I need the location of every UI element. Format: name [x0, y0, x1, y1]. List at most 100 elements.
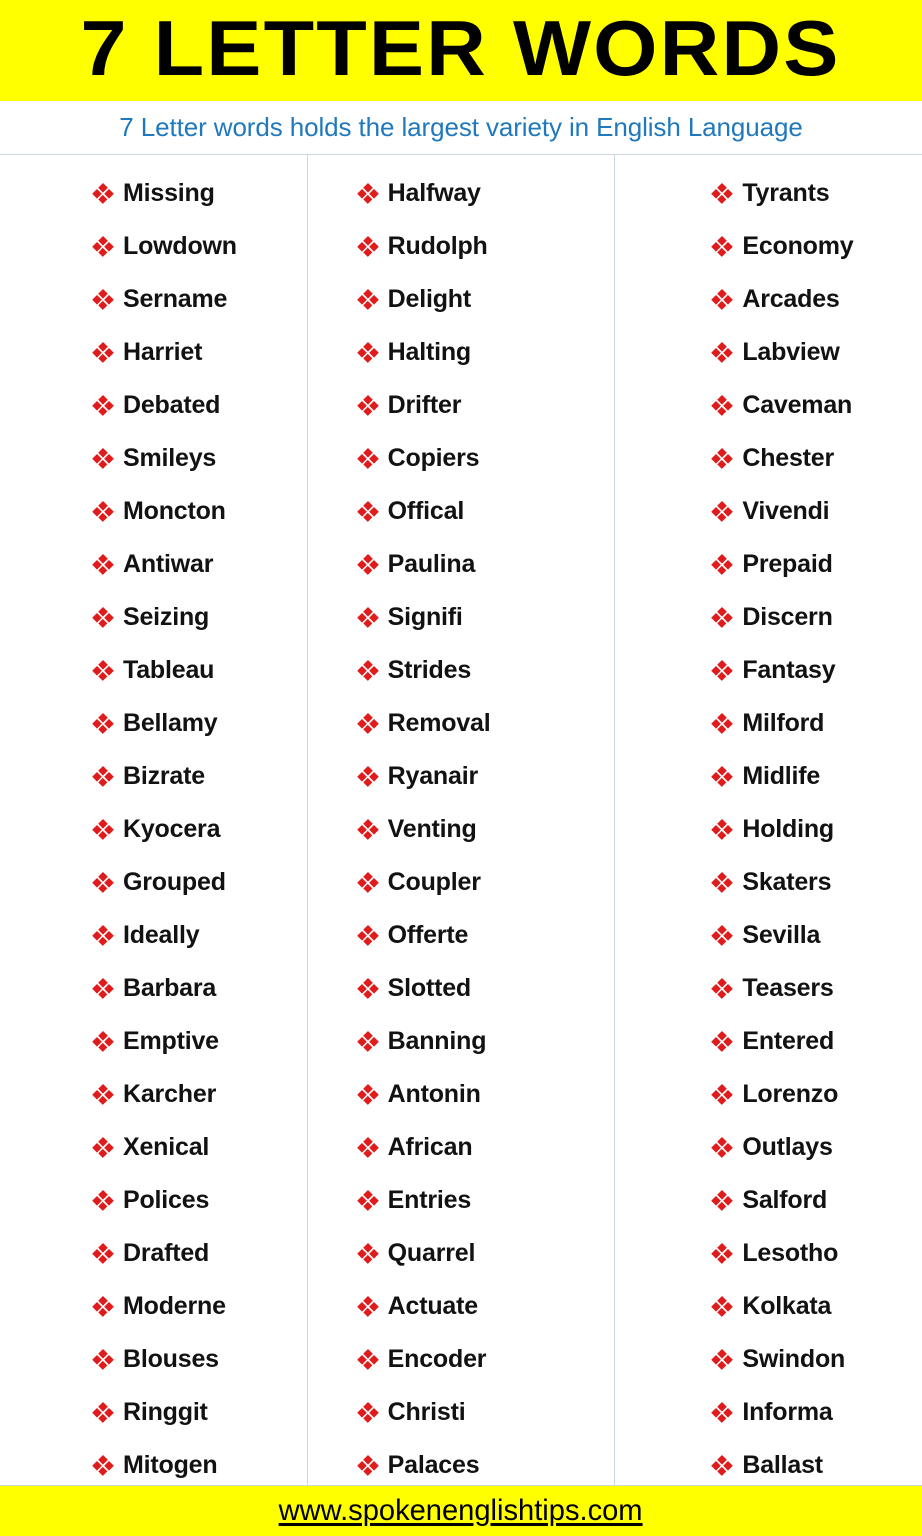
four-diamond-bullet-icon — [92, 553, 114, 576]
word-label: Lesotho — [742, 1239, 839, 1267]
four-diamond-bullet-icon — [92, 394, 114, 417]
word-label: Actuate — [387, 1292, 478, 1320]
word-label: Entered — [742, 1027, 835, 1055]
four-diamond-bullet-icon — [711, 394, 734, 417]
list-item: Halting — [356, 326, 615, 379]
subtitle-bar: 7 Letter words holds the largest variety… — [0, 101, 922, 154]
word-label: Prepaid — [742, 550, 833, 578]
word-label: Vivendi — [742, 497, 830, 525]
list-item: Entries — [356, 1174, 615, 1227]
four-diamond-bullet-icon — [92, 765, 114, 788]
four-diamond-bullet-icon — [356, 447, 379, 470]
four-diamond-bullet-icon — [711, 1030, 734, 1053]
four-diamond-bullet-icon — [711, 1348, 734, 1371]
list-item: Moncton — [92, 485, 307, 538]
word-label: Ideally — [123, 921, 200, 949]
page-subtitle: 7 Letter words holds the largest variety… — [119, 112, 803, 142]
list-item: Rudolph — [356, 220, 615, 273]
four-diamond-bullet-icon — [711, 1454, 734, 1477]
word-label: Economy — [742, 232, 854, 260]
word-label: Outlays — [742, 1133, 833, 1161]
word-label: Tyrants — [742, 179, 830, 207]
word-label: Antonin — [387, 1080, 481, 1108]
four-diamond-bullet-icon — [92, 1348, 114, 1371]
word-label: Missing — [123, 179, 215, 207]
word-label: Discern — [742, 603, 833, 631]
four-diamond-bullet-icon — [356, 1136, 379, 1159]
four-diamond-bullet-icon — [711, 1083, 734, 1106]
word-label: Offical — [387, 497, 465, 525]
list-item: Encoder — [356, 1333, 615, 1386]
list-item: Grouped — [92, 856, 307, 909]
word-label: Harriet — [123, 338, 203, 366]
list-item: Bellamy — [92, 697, 307, 750]
four-diamond-bullet-icon — [356, 924, 379, 947]
word-label: Venting — [387, 815, 477, 843]
four-diamond-bullet-icon — [92, 977, 114, 1000]
four-diamond-bullet-icon — [92, 1454, 114, 1477]
list-item: Venting — [356, 803, 615, 856]
list-item: Ballast — [711, 1439, 922, 1485]
list-item: Antiwar — [92, 538, 307, 591]
word-label: Karcher — [123, 1080, 217, 1108]
four-diamond-bullet-icon — [711, 288, 734, 311]
word-label: Salford — [742, 1186, 828, 1214]
four-diamond-bullet-icon — [356, 1189, 379, 1212]
list-item: Mitogen — [92, 1439, 307, 1485]
word-column-2-items: Halfway Rudolph Delight Halting Drifter Copie… — [308, 167, 615, 1485]
footer-banner: www.spokenenglishtips.com — [0, 1486, 922, 1536]
list-item: Drifter — [356, 379, 615, 432]
list-item: Chester — [711, 432, 922, 485]
word-label: Quarrel — [387, 1239, 476, 1267]
title-banner: 7 LETTER WORDS — [0, 0, 922, 101]
four-diamond-bullet-icon — [356, 1242, 379, 1265]
four-diamond-bullet-icon — [92, 1401, 114, 1424]
word-label: Antiwar — [123, 550, 214, 578]
list-item: Ringgit — [92, 1386, 307, 1439]
website-link[interactable]: www.spokenenglishtips.com — [279, 1494, 643, 1528]
four-diamond-bullet-icon — [356, 1401, 379, 1424]
list-item: Caveman — [711, 379, 922, 432]
four-diamond-bullet-icon — [356, 1454, 379, 1477]
word-column-1: Missing Lowdown Sername Harriet Debated Smile… — [0, 155, 307, 1485]
four-diamond-bullet-icon — [711, 182, 734, 205]
word-list-infographic: 7 LETTER WORDS 7 Letter words holds the … — [0, 0, 922, 1536]
word-label: Ryanair — [387, 762, 479, 790]
word-label: Paulina — [387, 550, 476, 578]
word-label: Ballast — [742, 1451, 823, 1479]
word-label: African — [387, 1133, 473, 1161]
four-diamond-bullet-icon — [711, 606, 734, 629]
word-label: Fantasy — [742, 656, 836, 684]
word-label: Midlife — [742, 762, 821, 790]
word-label: Halfway — [387, 179, 481, 207]
word-label: Caveman — [742, 391, 853, 419]
list-item: Halfway — [356, 167, 615, 220]
list-item: Informa — [711, 1386, 922, 1439]
word-label: Blouses — [123, 1345, 219, 1373]
list-item: Blouses — [92, 1333, 307, 1386]
list-item: Delight — [356, 273, 615, 326]
four-diamond-bullet-icon — [356, 182, 379, 205]
list-item: Holding — [711, 803, 922, 856]
list-item: Sername — [92, 273, 307, 326]
word-label: Debated — [123, 391, 221, 419]
list-item: Lesotho — [711, 1227, 922, 1280]
list-item: Teasers — [711, 962, 922, 1015]
four-diamond-bullet-icon — [356, 288, 379, 311]
list-item: Slotted — [356, 962, 615, 1015]
list-item: Missing — [92, 167, 307, 220]
list-item: Xenical — [92, 1121, 307, 1174]
four-diamond-bullet-icon — [711, 235, 734, 258]
list-item: Milford — [711, 697, 922, 750]
four-diamond-bullet-icon — [92, 712, 114, 735]
four-diamond-bullet-icon — [92, 1030, 114, 1053]
list-item: Seizing — [92, 591, 307, 644]
list-item: Swindon — [711, 1333, 922, 1386]
list-item: Prepaid — [711, 538, 922, 591]
page-title: 7 LETTER WORDS — [80, 4, 842, 93]
four-diamond-bullet-icon — [711, 712, 734, 735]
word-label: Milford — [742, 709, 825, 737]
four-diamond-bullet-icon — [356, 1295, 379, 1318]
four-diamond-bullet-icon — [356, 818, 379, 841]
word-label: Offerte — [387, 921, 469, 949]
